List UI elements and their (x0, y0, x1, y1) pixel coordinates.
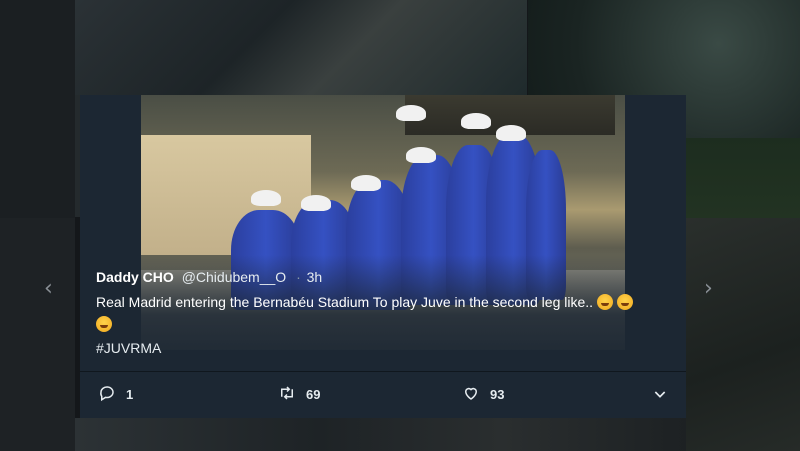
header-separator: · (296, 269, 301, 285)
background-tile[interactable] (686, 218, 800, 451)
hashtag-link[interactable]: #JUVRMA (96, 337, 670, 359)
tweet-header: Daddy CHO @Chidubem__O · 3h (96, 267, 670, 287)
reply-icon (98, 384, 116, 405)
like-button[interactable]: 93 (462, 384, 504, 405)
laughing-emoji-icon (96, 316, 112, 332)
retweet-icon (278, 384, 296, 405)
retweet-count: 69 (306, 387, 321, 402)
heart-icon (462, 384, 480, 405)
reply-button[interactable]: 1 (98, 384, 133, 405)
author-handle[interactable]: @Chidubem__O (182, 269, 287, 285)
next-arrow-icon[interactable]: › (704, 276, 713, 301)
laughing-emoji-icon (617, 294, 634, 310)
chevron-down-icon (652, 389, 668, 406)
author-display-name[interactable]: Daddy CHO (96, 269, 174, 285)
retweet-button[interactable]: 69 (278, 384, 320, 405)
reply-count: 1 (126, 387, 134, 402)
tweet-text-content: Real Madrid entering the Bernabéu Stadiu… (96, 294, 594, 310)
more-options-button[interactable] (652, 386, 668, 407)
background-tile[interactable] (75, 0, 527, 95)
tweet-text: Real Madrid entering the Bernabéu Stadiu… (96, 291, 670, 359)
background-tile (0, 218, 75, 451)
tweet-action-bar: 1 69 93 (80, 371, 686, 418)
previous-arrow-icon[interactable]: ‹ (44, 276, 53, 301)
tweet-body: Daddy CHO @Chidubem__O · 3h Real Madrid … (96, 267, 670, 359)
tweet-timestamp[interactable]: 3h (307, 269, 323, 285)
tweet-card[interactable]: Daddy CHO @Chidubem__O · 3h Real Madrid … (80, 95, 686, 418)
laughing-emoji-icon (597, 294, 614, 310)
background-tile[interactable] (75, 418, 686, 451)
like-count: 93 (490, 387, 505, 402)
